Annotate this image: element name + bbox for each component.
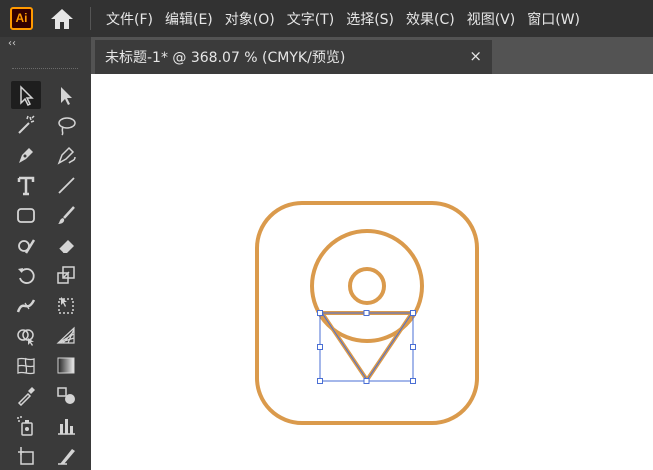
scale-tool-icon[interactable] bbox=[51, 261, 81, 289]
menu-type[interactable]: 文字(T) bbox=[281, 9, 340, 29]
collapse-panel-icon[interactable]: ‹‹ bbox=[8, 39, 16, 49]
menu-bar: Ai 文件(F) 编辑(E) 对象(O) 文字(T) 选择(S) 效果(C) 视… bbox=[0, 0, 653, 37]
shaper-tool-icon-glyph bbox=[18, 239, 36, 254]
artboard-canvas[interactable] bbox=[91, 74, 653, 470]
free-transform-tool-icon[interactable] bbox=[51, 291, 81, 319]
eraser-tool-icon-glyph bbox=[58, 240, 74, 254]
pen-tool-icon[interactable] bbox=[11, 141, 41, 169]
menu-select[interactable]: 选择(S) bbox=[340, 9, 400, 29]
column-graph-tool-icon[interactable] bbox=[51, 411, 81, 439]
menu-effect[interactable]: 效果(C) bbox=[400, 9, 461, 29]
free-transform-tool-icon-glyph bbox=[58, 297, 74, 314]
selection-handle[interactable] bbox=[410, 310, 416, 316]
lasso-tool-icon[interactable] bbox=[51, 111, 81, 139]
selection-handle[interactable] bbox=[317, 344, 323, 350]
selection-handle[interactable] bbox=[363, 310, 370, 316]
rotate-tool-icon[interactable] bbox=[11, 261, 41, 289]
symbol-sprayer-tool-icon-glyph bbox=[17, 416, 33, 436]
curvature-tool-icon-glyph bbox=[57, 146, 76, 165]
type-tool-icon[interactable] bbox=[11, 171, 41, 199]
gradient-tool-icon[interactable] bbox=[51, 351, 81, 379]
selection-handle[interactable] bbox=[410, 378, 416, 384]
selection-tool-icon[interactable] bbox=[11, 81, 41, 109]
mesh-tool-icon-glyph bbox=[17, 357, 35, 375]
eraser-tool-icon[interactable] bbox=[51, 231, 81, 259]
shape-builder-tool-icon-glyph bbox=[17, 329, 34, 346]
column-graph-tool-icon-glyph bbox=[58, 419, 75, 435]
shaper-tool-icon[interactable] bbox=[11, 231, 41, 259]
direct-selection-tool-icon[interactable] bbox=[51, 81, 81, 109]
perspective-grid-tool-icon-glyph bbox=[56, 326, 75, 344]
eyedropper-tool-icon[interactable] bbox=[11, 381, 41, 409]
menu-edit[interactable]: 编辑(E) bbox=[159, 9, 219, 29]
artboard-tool-icon[interactable] bbox=[11, 441, 41, 469]
rectangle-tool-icon-glyph bbox=[17, 208, 35, 223]
panel-grip[interactable] bbox=[12, 68, 78, 70]
selection-handle[interactable] bbox=[317, 310, 323, 316]
selection-handle[interactable] bbox=[317, 378, 323, 384]
eyedropper-tool-icon-glyph bbox=[17, 387, 35, 406]
document-tab[interactable]: 未标题-1* @ 368.07 % (CMYK/预览) × bbox=[95, 40, 492, 74]
width-tool-icon-glyph bbox=[16, 299, 36, 313]
menu-divider bbox=[90, 7, 91, 30]
rotate-tool-icon-glyph bbox=[18, 268, 35, 284]
direct-selection-tool-icon-glyph bbox=[61, 87, 72, 105]
triangle-shape[interactable] bbox=[320, 311, 414, 382]
artboard-tool-icon-glyph bbox=[18, 447, 34, 465]
paintbrush-tool-icon[interactable] bbox=[51, 201, 81, 229]
selection-handle[interactable] bbox=[410, 344, 416, 350]
app-logo: Ai bbox=[10, 7, 33, 30]
mesh-tool-icon[interactable] bbox=[11, 351, 41, 379]
type-tool-icon-glyph bbox=[17, 176, 35, 196]
blend-tool-icon-glyph bbox=[57, 387, 75, 404]
document-title: 未标题-1* @ 368.07 % (CMYK/预览) bbox=[105, 50, 346, 66]
inner-circle-shape[interactable] bbox=[348, 267, 386, 305]
close-tab-icon[interactable]: × bbox=[469, 47, 482, 65]
menu-items: 文件(F) 编辑(E) 对象(O) 文字(T) 选择(S) 效果(C) 视图(V… bbox=[100, 0, 586, 37]
scale-tool-icon-glyph bbox=[57, 266, 75, 284]
pen-tool-icon-glyph bbox=[19, 148, 33, 163]
selection-bounding-box bbox=[319, 312, 414, 382]
menu-view[interactable]: 视图(V) bbox=[461, 9, 522, 29]
rectangle-tool-icon[interactable] bbox=[11, 201, 41, 229]
lasso-tool-icon-glyph bbox=[58, 117, 76, 136]
shape-builder-tool-icon[interactable] bbox=[11, 321, 41, 349]
selection-tool-icon-glyph bbox=[20, 85, 34, 106]
magic-wand-tool-icon[interactable] bbox=[11, 111, 41, 139]
menu-object[interactable]: 对象(O) bbox=[219, 9, 281, 29]
triangle-selection-path bbox=[321, 312, 413, 381]
line-segment-tool-icon[interactable] bbox=[51, 171, 81, 199]
curvature-tool-icon[interactable] bbox=[51, 141, 81, 169]
gradient-tool-icon-glyph bbox=[57, 357, 75, 374]
magic-wand-tool-icon-glyph bbox=[18, 115, 35, 134]
document-tab-bar: 未标题-1* @ 368.07 % (CMYK/预览) × bbox=[91, 37, 653, 74]
line-segment-tool-icon-glyph bbox=[58, 177, 75, 194]
artwork bbox=[255, 201, 479, 425]
selection-handle[interactable] bbox=[363, 378, 370, 384]
tools-panel: ‹‹ bbox=[0, 37, 91, 470]
slice-tool-icon-glyph bbox=[58, 449, 75, 465]
slice-tool-icon[interactable] bbox=[51, 441, 81, 469]
width-tool-icon[interactable] bbox=[11, 291, 41, 319]
blend-tool-icon[interactable] bbox=[51, 381, 81, 409]
menu-window[interactable]: 窗口(W) bbox=[521, 9, 586, 29]
menu-file[interactable]: 文件(F) bbox=[100, 9, 159, 29]
symbol-sprayer-tool-icon[interactable] bbox=[11, 411, 41, 439]
perspective-grid-tool-icon[interactable] bbox=[51, 321, 81, 349]
home-icon[interactable] bbox=[48, 7, 76, 31]
paintbrush-tool-icon-glyph bbox=[58, 206, 75, 224]
